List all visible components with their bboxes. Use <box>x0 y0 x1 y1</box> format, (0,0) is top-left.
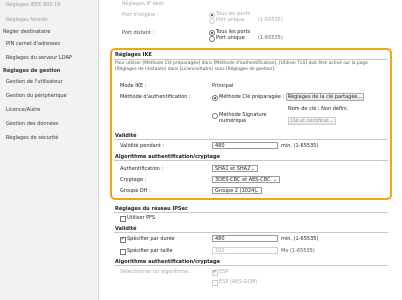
ipsec-divider <box>114 212 388 213</box>
sidebar-item-device-management[interactable]: Gestion du périphérique <box>6 93 67 99</box>
ike-title: Réglages IKE <box>115 52 152 58</box>
pfs-label: Utiliser PFS <box>127 215 156 221</box>
psk-radio[interactable] <box>212 95 218 101</box>
auth-algo-value: SHA1 et SHA2 <box>215 166 251 172</box>
sidebar-item-security[interactable]: Réglages de sécurité <box>6 135 58 141</box>
duration-label: Spécifier par durée <box>127 236 175 242</box>
validity-unit: min. (1-65535) <box>281 143 319 149</box>
validity-input[interactable]: 480 <box>212 142 278 149</box>
dest-port-label: Port distant : <box>122 30 155 36</box>
sidebar-item-ieee[interactable]: Réglages IEEE 802.1X <box>6 2 61 8</box>
crypt-algo-select[interactable]: 3DES-CBC et AES-CBC ⌄ <box>212 176 280 183</box>
crypt-algo-label: Cryptage : <box>120 177 147 183</box>
dest-single-port-label: Port unique <box>216 35 245 41</box>
ike-mode-value: Principal <box>212 83 234 89</box>
esp-label: ESP <box>219 269 229 275</box>
size-checkbox[interactable] <box>120 249 126 255</box>
sidebar-item-data-management[interactable]: Gestion des données <box>6 121 59 127</box>
auth-algo-select[interactable]: SHA1 et SHA2 ⌄ <box>212 165 258 172</box>
algo-divider <box>114 160 388 161</box>
sidebar-group-management[interactable]: Réglages de gestion <box>3 68 60 74</box>
digital-signature-label-2: numérique <box>219 118 247 124</box>
origin-single-port-label: Port unique <box>216 17 245 23</box>
digital-signature-radio[interactable] <box>212 113 218 119</box>
dest-port-range: (1-65535) <box>258 35 283 41</box>
psk-label: Méthode Clé préparagée : <box>219 94 285 100</box>
sidebar-item-user-management[interactable]: Gestion de l'utilisateur <box>6 79 63 85</box>
chevron-down-icon: ⌄ <box>254 188 259 194</box>
pfs-checkbox[interactable] <box>120 216 126 222</box>
size-unit: Mo (1-65535) <box>281 248 315 254</box>
key-certificate-button[interactable]: Clé et certificat... <box>288 117 336 125</box>
duration-unit: min. (1-65535) <box>281 236 319 242</box>
ipsec-validity-divider <box>114 232 388 233</box>
dh-group-value: Groupe 2 (1024) <box>215 188 257 194</box>
algo-select-label: Sélectionner un algorithme : <box>120 269 192 275</box>
chevron-down-icon: ⌄ <box>250 166 255 172</box>
crypt-algo-value: 3DES-CBC et AES-CBC <box>215 177 271 183</box>
page: Réglages IEEE 802.1X Réglages fermés Rég… <box>0 0 402 300</box>
sidebar-item-destination[interactable]: Régler destinataire <box>3 29 50 35</box>
sidebar-item-ldap[interactable]: Réglages du serveur LDAP <box>6 55 72 61</box>
esp-gcm-label: ESP (AES-GCM) <box>219 279 258 285</box>
size-label: Spécifier par taille <box>127 248 173 254</box>
esp-gcm-checkbox[interactable] <box>212 280 218 286</box>
ike-divider <box>114 59 388 60</box>
auth-algo-label: Authentification : <box>120 166 164 172</box>
origin-single-port-radio[interactable] <box>209 18 215 24</box>
origin-port-range: (1-65535) <box>258 17 283 23</box>
chevron-down-icon: ⌄ <box>272 177 277 183</box>
dh-group-select[interactable]: Groupe 2 (1024) ⌄ <box>212 187 262 194</box>
key-name-text: Nom de clé : Non défini. <box>288 106 349 112</box>
auth-method-label: Méthode d'authentification : <box>120 94 191 100</box>
duration-input[interactable]: 480 <box>212 235 278 242</box>
esp-checkbox[interactable] <box>212 269 218 276</box>
ike-hint: Pour utiliser [Méthode Clé préparagée] d… <box>115 61 368 72</box>
duration-checkbox[interactable] <box>120 236 126 243</box>
ipsec-algo-divider <box>114 265 388 266</box>
sidebar-item-address-book-pin[interactable]: PIN carnet d'adresses <box>6 41 60 47</box>
sidebar-item-license[interactable]: Licence/Autre <box>6 107 40 113</box>
shared-key-settings-button[interactable]: Réglages de la clé partagée... <box>286 93 364 101</box>
dest-single-port-radio[interactable] <box>209 36 215 42</box>
sidebar: Réglages IEEE 802.1X Réglages fermés Rég… <box>0 0 99 300</box>
origin-port-label: Port d'origine : <box>122 12 159 18</box>
top-section-label: Réglages IP dest. <box>122 1 165 7</box>
validity-divider <box>114 139 388 140</box>
ike-mode-label: Mode IKE : <box>120 83 147 89</box>
sidebar-item-closed-settings[interactable]: Réglages fermés <box>6 17 48 23</box>
size-input[interactable]: 100 <box>212 247 278 254</box>
dh-group-label: Groupe DH : <box>120 188 151 194</box>
validity-label: Validité pendant : <box>120 143 165 149</box>
